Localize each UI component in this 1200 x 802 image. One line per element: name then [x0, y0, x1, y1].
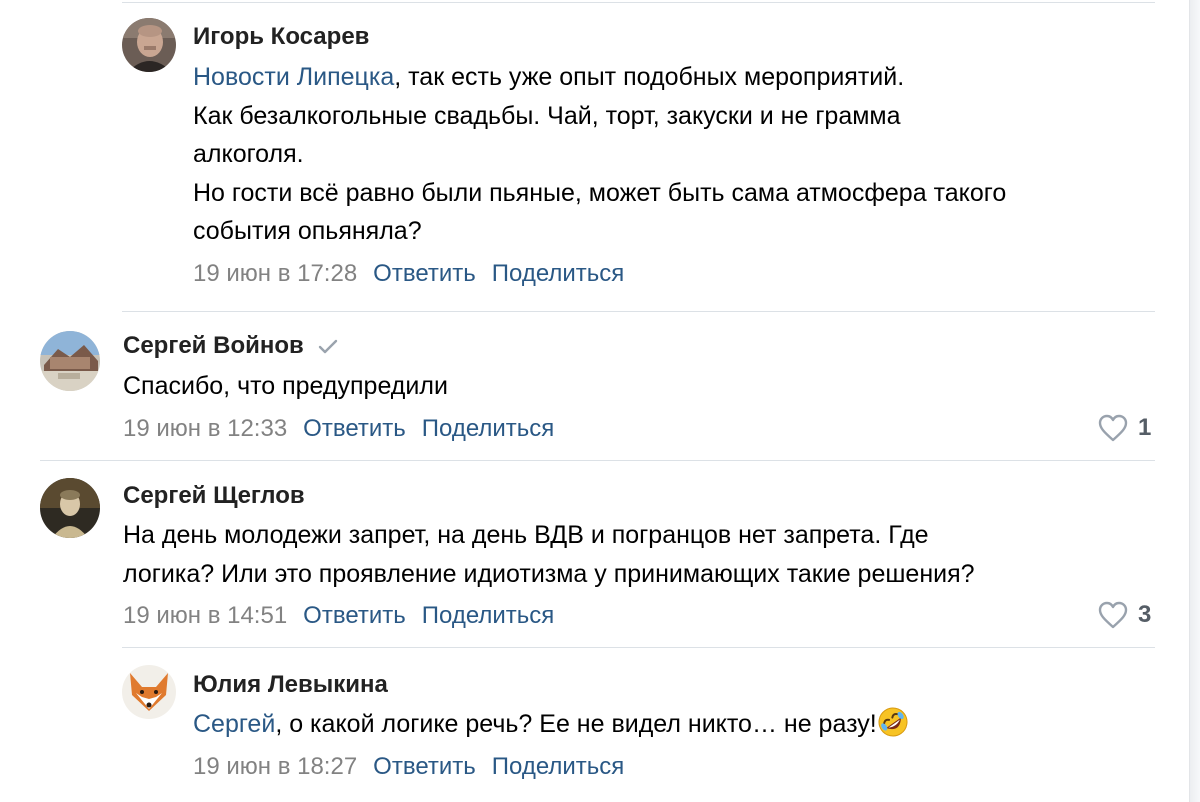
- author-name[interactable]: Игорь Косарев: [193, 22, 369, 52]
- comments-screen: Игорь Косарев Новости Липецка, так есть …: [0, 0, 1200, 802]
- mention-link[interactable]: Сергей: [193, 710, 275, 738]
- comment-date[interactable]: 19 июн в 12:33: [123, 415, 287, 442]
- comment-meta: 19 июн в 18:27 Ответить Поделиться: [193, 752, 624, 782]
- reply-button[interactable]: Ответить: [303, 602, 406, 629]
- comment-line: алкоголя.: [193, 140, 304, 168]
- like-button[interactable]: 3: [1098, 601, 1151, 629]
- scrollbar-track[interactable]: [1189, 0, 1200, 802]
- reply-button[interactable]: Ответить: [303, 415, 406, 442]
- comment-line: события опьяняла?: [193, 217, 422, 245]
- heart-icon: [1098, 414, 1128, 442]
- likes-count: 1: [1138, 414, 1152, 441]
- comment-line: Но гости всё равно были пьяные, может бы…: [193, 179, 1007, 207]
- share-button[interactable]: Поделиться: [422, 602, 555, 629]
- author-name[interactable]: Сергей Щеглов: [123, 481, 305, 511]
- comment-date[interactable]: 19 июн в 14:51: [123, 602, 287, 629]
- comment-text: Сергей, о какой логике речь? Ее не видел…: [193, 705, 909, 743]
- avatar-photo-icon: [122, 18, 176, 72]
- author-name[interactable]: Сергей Войнов: [123, 331, 338, 363]
- author-name[interactable]: Юлия Левыкина: [193, 670, 388, 700]
- share-button[interactable]: Поделиться: [492, 260, 625, 287]
- avatar[interactable]: [122, 665, 176, 719]
- share-button[interactable]: Поделиться: [422, 415, 555, 442]
- avatar[interactable]: [122, 18, 176, 72]
- rolling-on-floor-laughing-emoji-icon: [877, 706, 909, 738]
- comment-date[interactable]: 19 июн в 18:27: [193, 753, 357, 780]
- separator: [122, 647, 1155, 648]
- like-button[interactable]: 1: [1098, 414, 1151, 442]
- avatar-photo-icon: [40, 331, 100, 391]
- comment-meta: 19 июн в 14:51 Ответить Поделиться: [123, 601, 554, 631]
- likes-count: 3: [1138, 601, 1152, 628]
- comment-date[interactable]: 19 июн в 17:28: [193, 260, 357, 287]
- separator: [122, 2, 1155, 3]
- avatar-photo-icon: [40, 478, 100, 538]
- separator: [122, 311, 1155, 312]
- checkmark-icon: [318, 333, 338, 363]
- heart-icon: [1098, 601, 1128, 629]
- separator: [40, 460, 1155, 461]
- comment-line: , о какой логике речь? Ее не видел никто…: [275, 710, 877, 738]
- comment-line: Спасибо, что предупредили: [123, 372, 448, 400]
- comment-text: Новости Липецка, так есть уже опыт подоб…: [193, 58, 904, 96]
- reply-button[interactable]: Ответить: [373, 260, 476, 287]
- avatar[interactable]: [40, 331, 100, 391]
- share-button[interactable]: Поделиться: [492, 753, 625, 780]
- mention-link[interactable]: Новости Липецка: [193, 63, 394, 91]
- author-name-text: Сергей Войнов: [123, 332, 304, 359]
- comment-meta: 19 июн в 17:28 Ответить Поделиться: [193, 259, 624, 289]
- fox-avatar-icon: [122, 665, 176, 719]
- reply-button[interactable]: Ответить: [373, 753, 476, 780]
- comment-line: логика? Или это проявление идиотизма у п…: [123, 560, 975, 588]
- comment-line: На день молодежи запрет, на день ВДВ и п…: [123, 521, 929, 549]
- comment-meta: 19 июн в 12:33 Ответить Поделиться: [123, 414, 554, 444]
- avatar[interactable]: [40, 478, 100, 538]
- comment-line: , так есть уже опыт подобных мероприятий…: [394, 63, 905, 91]
- comment-line: Как безалкогольные свадьбы. Чай, торт, з…: [193, 102, 901, 130]
